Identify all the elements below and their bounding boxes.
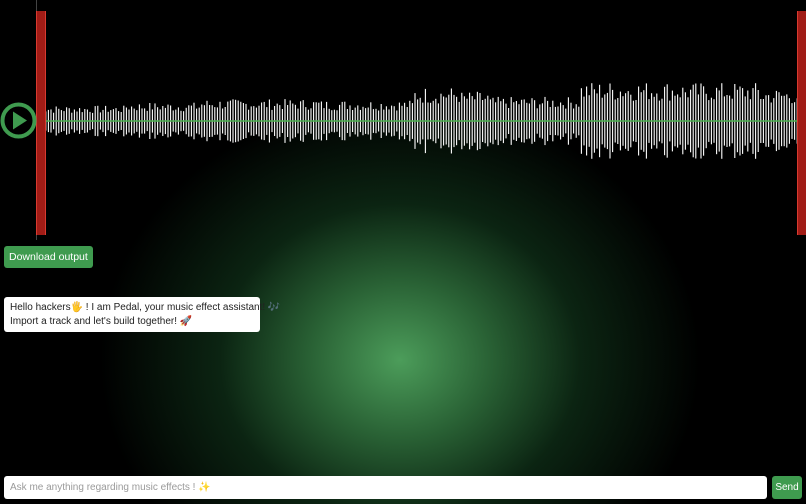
message-line: Hello hackers🖐 ! I am Pedal, your music …: [10, 302, 281, 313]
region-handle-start[interactable]: [36, 11, 46, 235]
send-button[interactable]: Send: [772, 476, 802, 499]
region-handle-end[interactable]: [797, 11, 806, 235]
play-button[interactable]: [0, 102, 37, 139]
chat-input[interactable]: Ask me anything regarding music effects …: [4, 476, 767, 499]
app-root: Download output Hello hackers🖐 ! I am Pe…: [0, 0, 806, 504]
audio-waveform[interactable]: [0, 0, 806, 240]
assistant-message: Hello hackers🖐 ! I am Pedal, your music …: [4, 297, 281, 332]
play-circle-icon: [0, 102, 37, 139]
download-output-button[interactable]: Download output: [4, 246, 93, 268]
message-line: Import a track and let's build together!…: [10, 315, 193, 327]
